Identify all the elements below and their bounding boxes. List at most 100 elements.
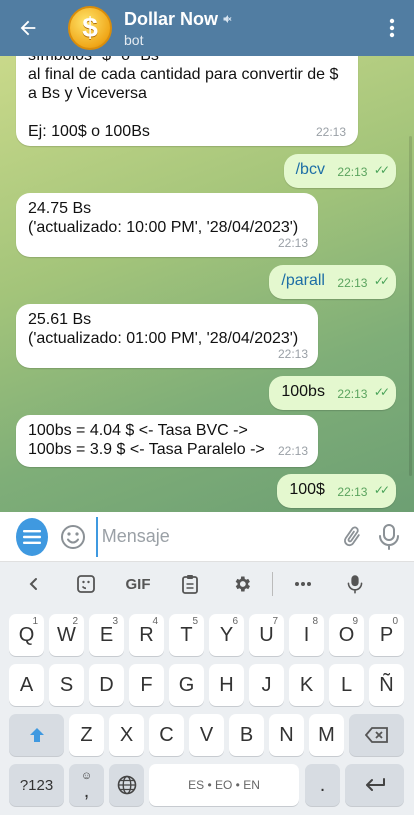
backspace-key[interactable]	[349, 714, 404, 756]
key[interactable]: M	[309, 714, 344, 756]
message-time: 22:13	[277, 444, 308, 458]
more-horizontal-icon	[295, 582, 311, 586]
message-time: 22:13	[337, 485, 368, 499]
enter-arrow-icon	[365, 778, 385, 791]
keyboard-row-2: A S D F G H J K L Ñ	[0, 664, 414, 708]
message-line: a Bs y Viceversa	[28, 85, 147, 102]
double-check-icon: ✓✓	[373, 163, 390, 177]
double-check-icon: ✓✓	[373, 274, 390, 288]
message-text: /bcv	[295, 161, 325, 178]
chat-subtitle: bot	[124, 31, 144, 48]
key[interactable]: N	[269, 714, 304, 756]
key[interactable]: S	[49, 664, 84, 706]
chat-title: Dollar Now	[124, 8, 219, 29]
key[interactable]: H	[209, 664, 244, 706]
incoming-message[interactable]: símbolos "$" o "Bs" al final de cada can…	[16, 56, 358, 146]
key[interactable]: R4	[129, 614, 164, 656]
key[interactable]: C	[149, 714, 184, 756]
keyboard-toolbar: GIF	[0, 562, 414, 606]
comma-key[interactable]: ☺ ,	[69, 764, 104, 806]
key[interactable]: P0	[369, 614, 404, 656]
message-line: símbolos "$" o "Bs"	[28, 56, 348, 65]
outgoing-message[interactable]: 100bs 22:13 ✓✓	[269, 376, 396, 410]
key[interactable]: X	[109, 714, 144, 756]
clipboard-button[interactable]	[164, 562, 216, 606]
message-time: 22:13	[315, 125, 346, 139]
shift-arrow-icon	[29, 728, 44, 742]
bot-menu-button[interactable]	[16, 517, 49, 556]
menu-icon	[23, 529, 42, 544]
incoming-message[interactable]: 100bs = 4.04 $ <- Tasa BVC -> 100bs = 3.…	[16, 415, 318, 467]
more-options-button[interactable]	[277, 562, 329, 606]
message-input[interactable]	[95, 516, 334, 557]
key[interactable]: D	[89, 664, 124, 706]
keyboard-row-1: Q1 W2 E3 R4 T5 Y6 U7 I8 O9 P0	[0, 614, 414, 658]
chat-title-area[interactable]: Dollar Now bot	[124, 9, 370, 48]
chat-header: $ Dollar Now bot	[0, 0, 414, 56]
globe-icon	[117, 775, 136, 795]
sticker-icon	[77, 575, 95, 593]
emoji-button[interactable]	[56, 517, 90, 557]
key[interactable]: Q1	[9, 614, 44, 656]
more-menu-button[interactable]	[370, 0, 414, 56]
message-line: 100bs = 3.9 $ <- Tasa Paralelo ->	[28, 441, 265, 458]
gear-icon	[235, 576, 250, 592]
keyboard-settings-button[interactable]	[216, 562, 268, 606]
shift-key[interactable]	[9, 714, 64, 756]
key[interactable]: O9	[329, 614, 364, 656]
arrow-left-icon	[20, 20, 36, 36]
key[interactable]: I8	[289, 614, 324, 656]
backspace-icon	[364, 727, 388, 743]
language-key[interactable]	[109, 764, 144, 806]
key[interactable]: A	[9, 664, 44, 706]
voice-input-button[interactable]	[329, 562, 381, 606]
chat-area[interactable]: símbolos "$" o "Bs" al final de cada can…	[0, 56, 414, 512]
key[interactable]: G	[169, 664, 204, 706]
key[interactable]: J	[249, 664, 284, 706]
more-vertical-icon	[389, 18, 395, 38]
message-text: /parall	[281, 272, 325, 289]
key[interactable]: F	[129, 664, 164, 706]
key[interactable]: V	[189, 714, 224, 756]
attach-button[interactable]	[334, 515, 371, 559]
message-line: 25.61 Bs	[28, 311, 92, 328]
outgoing-message[interactable]: /parall 22:13 ✓✓	[269, 265, 396, 299]
keyboard-back-button[interactable]	[8, 562, 60, 606]
key[interactable]: Y6	[209, 614, 244, 656]
message-time: 22:13	[277, 236, 308, 250]
avatar[interactable]: $	[68, 6, 112, 50]
outgoing-message[interactable]: 100$ 22:13 ✓✓	[277, 474, 396, 508]
key[interactable]: L	[329, 664, 364, 706]
toolbar-divider	[272, 572, 273, 596]
message-line: ('actualizado: 10:00 PM', '28/04/2023')	[28, 219, 299, 236]
message-composer	[0, 512, 414, 562]
message-line: al final de cada cantidad para convertir…	[28, 66, 339, 83]
sticker-button[interactable]	[60, 562, 112, 606]
incoming-message[interactable]: 25.61 Bs ('actualizado: 01:00 PM', '28/0…	[16, 304, 318, 368]
enter-key[interactable]	[345, 764, 404, 806]
key[interactable]: B	[229, 714, 264, 756]
message-time: 22:13	[337, 165, 368, 179]
on-screen-keyboard: GIF Q1 W2 E3 R4 T5 Y6 U7 I8 O9 P0 A S D …	[0, 562, 414, 815]
scrollbar[interactable]	[409, 136, 412, 476]
key[interactable]: K	[289, 664, 324, 706]
paperclip-icon	[344, 526, 361, 546]
key[interactable]: W2	[49, 614, 84, 656]
symbols-key[interactable]: ?123	[9, 764, 64, 806]
period-key[interactable]: .	[305, 764, 340, 806]
outgoing-message[interactable]: /bcv 22:13 ✓✓	[283, 154, 396, 188]
key[interactable]: T5	[169, 614, 204, 656]
gif-button[interactable]: GIF	[112, 562, 164, 606]
smiley-icon	[60, 524, 85, 549]
incoming-message[interactable]: 24.75 Bs ('actualizado: 10:00 PM', '28/0…	[16, 193, 318, 257]
space-bar[interactable]: ES • EO • EN	[149, 764, 299, 806]
message-time: 22:13	[277, 347, 308, 361]
key[interactable]: E3	[89, 614, 124, 656]
microphone-icon	[379, 523, 400, 550]
back-button[interactable]	[0, 0, 56, 56]
double-check-icon: ✓✓	[373, 385, 390, 399]
key[interactable]: Ñ	[369, 664, 404, 706]
key[interactable]: Z	[69, 714, 104, 756]
key[interactable]: U7	[249, 614, 284, 656]
voice-record-button[interactable]	[371, 515, 408, 559]
